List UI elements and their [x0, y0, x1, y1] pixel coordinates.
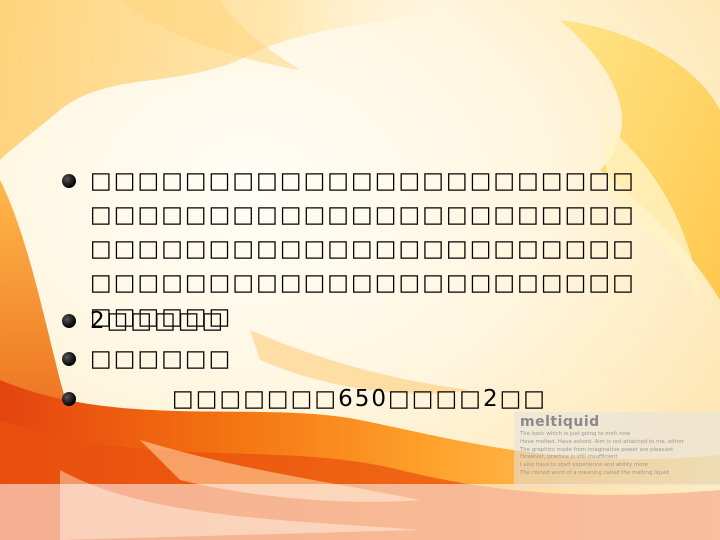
- brand-title: meltiquid: [520, 414, 600, 430]
- bullet-dot-icon: [62, 174, 76, 188]
- brand-line: The graphics made from imaginative power…: [520, 446, 674, 453]
- bullet-text: 2□□□□□: [90, 308, 226, 334]
- bullet-dot-icon: [62, 314, 76, 328]
- brand-description: The toxic which is just going to melt no…: [520, 431, 684, 478]
- bullet-item: □□□□□□□650□□□□2□□: [62, 382, 662, 416]
- brand-line: I also have to start experience and abil…: [520, 462, 648, 469]
- brand-line: However, practice is still insufficient: [520, 454, 618, 461]
- brand-line: The coined word of a meaning called the …: [520, 469, 669, 476]
- bullet-list: □□□□□□□□□□□□□□□□□□□□□□□□□□□□□□□□□□□□□□□□…: [62, 164, 662, 416]
- brand-line: Have melted. Have solved. Aim is not att…: [520, 438, 684, 445]
- bullet-dot-icon: [62, 352, 76, 366]
- bullet-text: □□□□□□: [90, 346, 233, 372]
- bullet-text: □□□□□□□650□□□□2□□: [172, 386, 548, 412]
- bullet-item: □□□□□□□□□□□□□□□□□□□□□□□□□□□□□□□□□□□□□□□□…: [62, 164, 662, 330]
- bullet-item: 2□□□□□: [62, 304, 662, 338]
- brand-line: The toxic which is just going to melt no…: [520, 431, 631, 437]
- brand-panel: meltiquid The toxic which is just going …: [514, 412, 720, 486]
- slide: □□□□□□□□□□□□□□□□□□□□□□□□□□□□□□□□□□□□□□□□…: [0, 0, 720, 540]
- bullet-item: □□□□□□: [62, 342, 662, 376]
- bullet-dot-icon: [62, 392, 76, 406]
